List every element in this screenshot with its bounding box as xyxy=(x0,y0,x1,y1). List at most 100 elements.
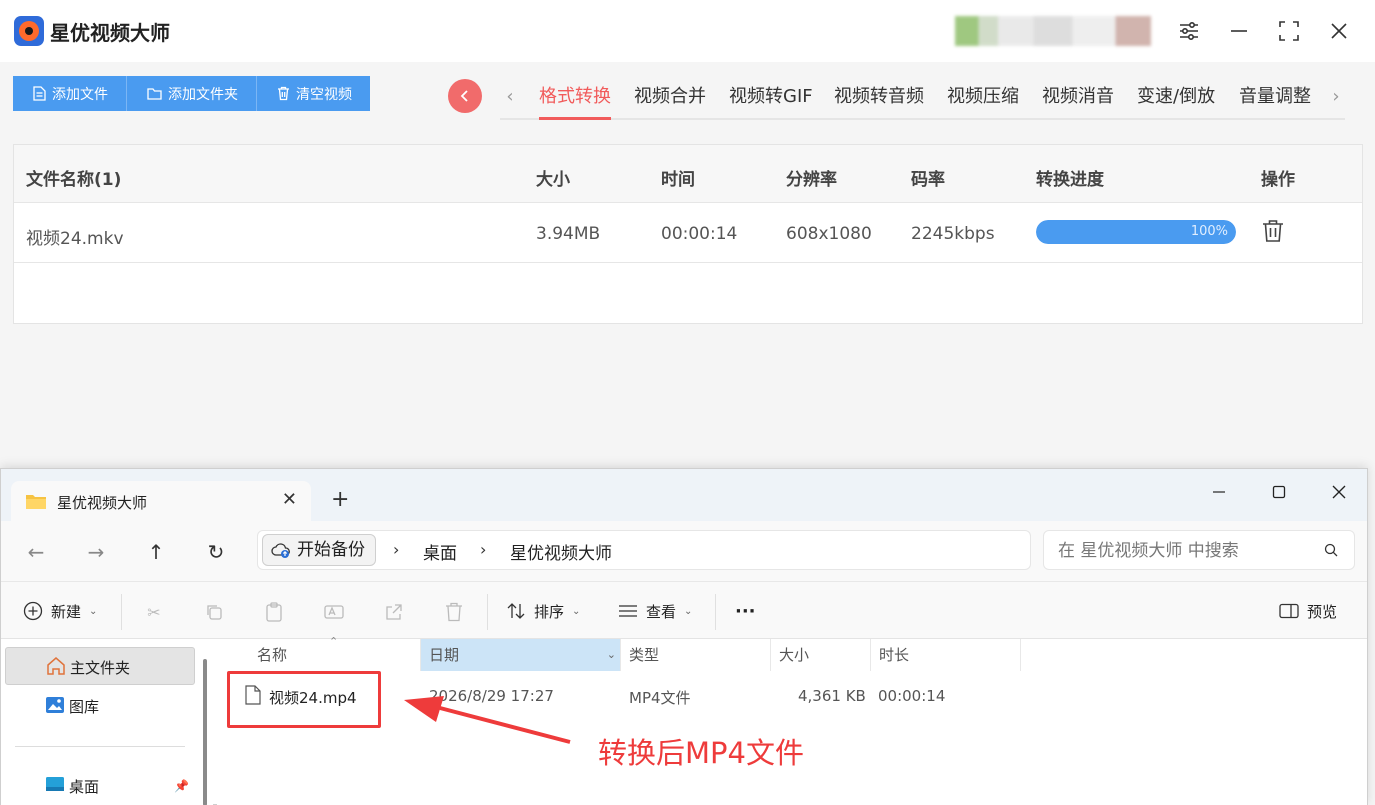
tab-video-to-audio[interactable]: 视频转音频 xyxy=(834,82,924,120)
file-icon xyxy=(33,86,46,101)
tab-video-compress[interactable]: 视频压缩 xyxy=(947,82,1019,120)
chevron-down-icon[interactable]: ⌄ xyxy=(607,639,616,671)
col-header-type[interactable]: 类型 xyxy=(621,639,771,671)
folder-icon xyxy=(147,88,162,100)
breadcrumb-desktop[interactable]: 桌面 xyxy=(423,539,457,564)
breadcrumb-current-folder[interactable]: 星优视频大师 xyxy=(510,539,612,564)
app-toolbar: 添加文件 添加文件夹 清空视频 xyxy=(13,76,370,111)
explorer-tab-title: 星优视频大师 xyxy=(57,494,148,512)
forward-arrow-icon[interactable]: → xyxy=(83,539,109,565)
tabs-scroll-left-icon[interactable]: ‹ xyxy=(500,84,520,108)
sort-button[interactable]: 排序 ⌄ xyxy=(506,598,580,624)
sidebar-gallery-label: 图库 xyxy=(69,698,100,716)
paste-icon[interactable] xyxy=(262,600,286,624)
col-bitrate: 码率 xyxy=(911,170,945,190)
search-icon xyxy=(1324,543,1338,557)
close-tab-icon[interactable]: ✕ xyxy=(282,489,297,510)
sidebar-item-desktop[interactable]: 桌面 📌 xyxy=(5,767,195,805)
breadcrumb-chevron-icon[interactable]: › xyxy=(480,540,486,559)
chevron-left-icon xyxy=(460,90,468,102)
backup-chip[interactable]: 开始备份 xyxy=(262,534,376,566)
delete-row-trash-icon[interactable] xyxy=(1262,219,1284,247)
minimize-icon[interactable] xyxy=(1222,14,1256,48)
copy-icon[interactable] xyxy=(202,600,226,624)
explorer-sidebar: 主文件夹 图库 桌面 📌 xyxy=(1,639,213,805)
new-label: 新建 xyxy=(51,602,82,621)
explorer-command-bar: 新建 ⌄ ✂ 排序 ⌄ 查看 ⌄ ··· 预览 xyxy=(1,581,1367,639)
up-arrow-icon[interactable]: ↑ xyxy=(143,539,169,565)
explorer-minimize-icon[interactable] xyxy=(1199,477,1239,507)
col-resolution: 分辨率 xyxy=(786,170,837,190)
function-tabs: ‹ 格式转换 视频合并 视频转GIF 视频转音频 视频压缩 视频消音 变速/倒放… xyxy=(500,78,1345,120)
add-file-button[interactable]: 添加文件 xyxy=(13,76,127,111)
tab-speed-reverse[interactable]: 变速/倒放 xyxy=(1137,82,1215,120)
explorer-navbar: ← → ↑ ↻ 开始备份 › 桌面 › 星优视频大师 xyxy=(1,521,1367,581)
tab-video-merge[interactable]: 视频合并 xyxy=(634,82,706,120)
explorer-close-icon[interactable] xyxy=(1319,477,1359,507)
tabs-scroll-right-icon[interactable]: › xyxy=(1326,84,1346,108)
breadcrumb-chevron-icon[interactable]: › xyxy=(393,540,399,559)
chevron-down-icon: ⌄ xyxy=(684,605,693,617)
new-button[interactable]: 新建 ⌄ xyxy=(23,598,97,624)
col-header-duration[interactable]: 时长 xyxy=(871,639,1021,671)
chevron-down-icon: ⌄ xyxy=(572,605,581,617)
tab-video-mute[interactable]: 视频消音 xyxy=(1042,82,1114,120)
preview-label: 预览 xyxy=(1307,602,1338,621)
highlight-box xyxy=(227,671,381,728)
fullscreen-icon[interactable] xyxy=(1272,14,1306,48)
refresh-icon[interactable]: ↻ xyxy=(203,539,229,565)
collapse-back-button[interactable] xyxy=(448,79,482,113)
new-tab-plus-icon[interactable]: + xyxy=(331,487,349,512)
explorer-tab[interactable]: 星优视频大师 ✕ xyxy=(11,481,311,521)
backup-label: 开始备份 xyxy=(297,540,365,560)
explorer-maximize-icon[interactable] xyxy=(1259,477,1299,507)
view-button[interactable]: 查看 ⌄ xyxy=(618,598,692,624)
blurred-user-avatar[interactable] xyxy=(955,16,1151,46)
add-file-label: 添加文件 xyxy=(52,86,108,103)
file-size: 4,361 KB xyxy=(798,687,866,705)
search-input[interactable] xyxy=(1058,539,1308,563)
preview-pane-icon xyxy=(1279,603,1299,619)
explorer-file-list: ⌃ 名称 日期 ⌄ 类型 大小 时长 视频24.mp4 2026/8/29 17… xyxy=(217,635,1367,805)
more-options-button[interactable]: ··· xyxy=(735,598,756,624)
col-action: 操作 xyxy=(1261,170,1295,190)
col-header-size[interactable]: 大小 xyxy=(771,639,871,671)
share-icon[interactable] xyxy=(382,600,406,624)
add-folder-label: 添加文件夹 xyxy=(168,86,238,103)
file-table: 文件名称(1) 大小 时间 分辨率 码率 转换进度 操作 视频24.mkv 3.… xyxy=(13,144,1363,324)
back-arrow-icon[interactable]: ← xyxy=(23,539,49,565)
tab-video-to-gif[interactable]: 视频转GIF xyxy=(729,82,813,120)
delete-icon[interactable] xyxy=(442,600,466,624)
tab-volume-adjust[interactable]: 音量调整 xyxy=(1239,82,1311,120)
desktop-icon xyxy=(46,777,64,791)
clear-videos-label: 清空视频 xyxy=(296,86,352,103)
file-table-header: 文件名称(1) 大小 时间 分辨率 码率 转换进度 操作 xyxy=(14,145,1362,203)
rename-icon[interactable] xyxy=(322,600,346,624)
preview-pane-button[interactable]: 预览 xyxy=(1279,598,1337,624)
annotation-arrow-icon xyxy=(404,696,571,744)
pin-icon: 📌 xyxy=(174,779,189,793)
sidebar-item-home[interactable]: 主文件夹 xyxy=(5,647,195,685)
tab-format-convert[interactable]: 格式转换 xyxy=(539,82,611,120)
close-icon[interactable] xyxy=(1322,14,1356,48)
sidebar-desktop-label: 桌面 xyxy=(69,778,100,796)
row-size: 3.94MB xyxy=(536,224,601,244)
folder-icon xyxy=(26,495,46,509)
app-logo-icon xyxy=(14,16,44,46)
settings-sliders-icon[interactable] xyxy=(1172,14,1206,48)
row-filename: 视频24.mkv xyxy=(26,229,124,249)
col-header-name[interactable]: 名称 xyxy=(249,639,421,671)
address-bar[interactable]: 开始备份 › 桌面 › 星优视频大师 xyxy=(257,530,1031,570)
sort-label: 排序 xyxy=(534,602,565,621)
app-titlebar: 星优视频大师 xyxy=(0,0,1375,62)
sidebar-item-gallery[interactable]: 图库 xyxy=(5,687,195,725)
add-folder-button[interactable]: 添加文件夹 xyxy=(127,76,257,111)
cut-icon[interactable]: ✂ xyxy=(142,600,166,624)
plus-circle-icon xyxy=(23,601,43,621)
clear-videos-button[interactable]: 清空视频 xyxy=(257,76,370,111)
explorer-search[interactable] xyxy=(1043,530,1355,570)
trash-icon xyxy=(278,86,289,101)
col-header-date[interactable]: 日期 ⌄ xyxy=(421,639,621,671)
sidebar-scrollbar[interactable] xyxy=(203,659,207,805)
table-row[interactable]: 视频24.mkv 3.94MB 00:00:14 608x1080 2245kb… xyxy=(14,203,1362,263)
